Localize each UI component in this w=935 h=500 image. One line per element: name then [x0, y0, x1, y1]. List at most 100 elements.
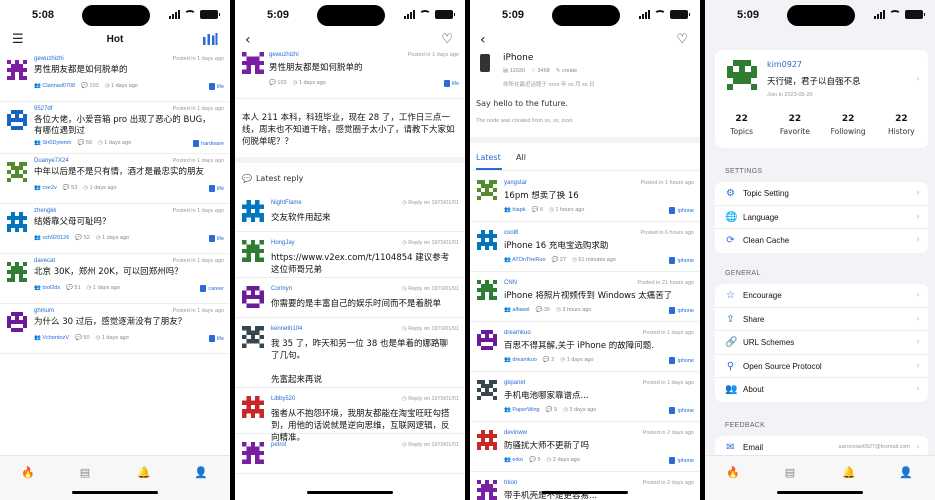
chart-bars-icon[interactable] [202, 33, 218, 49]
tab-all[interactable]: All [516, 153, 526, 162]
reply-row[interactable]: HongJay ◷ Reply on 1970/01/01 https://www.… [235, 232, 465, 278]
node-topic-row[interactable]: cool8 Posted in 6 hours ago iPhone 16 充电宝选… [470, 222, 700, 272]
stat-history[interactable]: 22 History [875, 114, 928, 144]
user-name[interactable]: trkon [504, 480, 517, 486]
reply-user[interactable]: Cormyn [271, 286, 292, 292]
user-avatar[interactable] [477, 380, 497, 400]
author-name[interactable]: 👥 VchentozV [34, 335, 69, 341]
user-avatar[interactable] [477, 430, 497, 450]
user-avatar[interactable] [477, 230, 497, 250]
user-avatar[interactable] [477, 330, 497, 350]
node-topic-row[interactable]: yangstar Posted in 1 hours ago 16pm 想卖了换 1… [470, 172, 700, 222]
author-name[interactable]: 👥 Str0Dytemh [34, 140, 71, 146]
node-tag[interactable]: iphone [669, 307, 694, 314]
back-chevron-icon[interactable]: ‹ [245, 33, 251, 47]
settings-row-share[interactable]: ⇪ Share › [715, 308, 928, 331]
node-tag[interactable]: life [208, 235, 224, 242]
tab-hot-flame-icon[interactable]: 🔥 [21, 466, 35, 480]
settings-row-open-source-protocol[interactable]: ⚲ Open Source Protocol › [715, 355, 928, 378]
topic-row[interactable]: davecat Posted in 1 days ago 北京 30K，郑州 20K… [0, 254, 230, 304]
tab-latest[interactable]: Latest [476, 153, 501, 162]
user-name[interactable]: yangstar [504, 180, 527, 186]
settings-row-url-schemes[interactable]: 🔗 URL Schemes › [715, 331, 928, 355]
topic-row[interactable]: zhengkk Posted in 1 days ago 结婚靠父母可耻吗？ 👥 xz… [0, 204, 230, 254]
user-avatar[interactable] [477, 280, 497, 300]
reply-avatar[interactable] [242, 240, 264, 262]
user-avatar[interactable] [477, 180, 497, 200]
node-topic-row[interactable]: CNN Posted in 21 hours ago iPhone 将照片视频传到 … [470, 272, 700, 322]
author-name[interactable]: 👥 cxe2v [34, 185, 57, 191]
node-tag[interactable]: hardware [193, 140, 224, 147]
settings-row-encourage[interactable]: ☆ Encourage › [715, 284, 928, 308]
node-tag[interactable]: iphone [669, 207, 694, 214]
author-avatar[interactable] [242, 52, 264, 74]
tab-hot-flame-icon[interactable]: 🔥 [726, 466, 740, 480]
user-name[interactable]: cool8 [504, 230, 518, 236]
node-tag[interactable]: life [208, 335, 224, 342]
stat-favorite[interactable]: 22 Favorite [768, 114, 821, 144]
node-tag[interactable]: iphone [669, 357, 694, 364]
author-name[interactable]: 👥 hiapk [504, 207, 526, 213]
author-name[interactable]: 👥 alfawel [504, 307, 530, 313]
user-name[interactable]: dreamkuo [504, 330, 531, 336]
back-chevron-icon[interactable]: ‹ [480, 33, 486, 47]
node-tag[interactable]: iphone [669, 257, 694, 264]
create-button[interactable]: ✎ create [556, 68, 577, 74]
user-name[interactable]: davecat [34, 258, 55, 264]
settings-row-about[interactable]: 👥 About › [715, 378, 928, 402]
user-name[interactable]: gewuzhizhi [34, 56, 64, 62]
node-topic-row[interactable]: gkpanet Posted in 1 days ago 手机电池哪家靠谱点... 👥… [470, 372, 700, 422]
profile-card[interactable]: kim0927 天行健，君子以自强不息 Join in 2023-05-20 ›… [715, 50, 928, 148]
favorite-heart-icon[interactable]: ♡ [676, 33, 688, 47]
settings-row-language[interactable]: 🌐 Language › [715, 206, 928, 229]
node-topic-row[interactable]: devinww Posted in 2 days ago 防骚扰大师不更新了吗 👥 e… [470, 422, 700, 472]
reply-user[interactable]: kenneth104 [271, 326, 302, 332]
user-avatar[interactable] [7, 312, 27, 332]
reply-user[interactable]: HongJay [271, 240, 295, 246]
user-name[interactable]: ghmum [34, 308, 54, 314]
settings-row-topic-setting[interactable]: ⚙ Topic Setting › [715, 182, 928, 206]
favorite-heart-icon[interactable]: ♡ [441, 33, 453, 47]
reply-user[interactable]: petrol [271, 442, 286, 448]
reply-avatar[interactable] [242, 442, 264, 464]
tab-profile-icon[interactable]: 👤 [899, 466, 913, 480]
node-tag[interactable]: life [443, 80, 459, 87]
topic-row[interactable]: ghmum Posted in 1 days ago 为什么 30 过后，感觉逐渐没… [0, 304, 230, 354]
user-name[interactable]: devinww [504, 430, 527, 436]
topic-row[interactable]: Duanye7X24 Posted in 1 days ago 中年以后是不是只有情… [0, 154, 230, 204]
tab-profile-icon[interactable]: 👤 [194, 466, 208, 480]
tab-news-icon[interactable]: ▤ [78, 466, 92, 480]
user-avatar[interactable] [7, 60, 27, 80]
topic-row[interactable]: 9527df Posted in 1 days ago 各位大佬，小爱音箱 pro … [0, 102, 230, 154]
node-topic-row[interactable]: trkon Posted in 2 days ago 带手机壳是不是更容易... [470, 472, 700, 500]
tab-notification-bell-icon[interactable]: 🔔 [137, 466, 151, 480]
user-name[interactable]: gkpanet [504, 380, 525, 386]
user-name[interactable]: zhengkk [34, 208, 56, 214]
node-topic-row[interactable]: dreamkuo Posted in 1 days ago 百思不得其解,关于 iP… [470, 322, 700, 372]
user-avatar[interactable] [477, 480, 497, 500]
author-name[interactable]: 👥 ATOnTheRun [504, 257, 546, 263]
node-tag[interactable]: career [200, 285, 224, 292]
user-name[interactable]: CNN [504, 280, 517, 286]
reply-avatar[interactable] [242, 200, 264, 222]
user-avatar[interactable] [7, 262, 27, 282]
author-name[interactable]: 👥 erko [504, 457, 523, 463]
user-avatar[interactable] [7, 212, 27, 232]
author-name[interactable]: 👥 dreamkuo [504, 357, 537, 363]
user-name[interactable]: 9527df [34, 106, 52, 112]
author-name[interactable]: 👥 tool2dx [34, 285, 60, 291]
reply-row[interactable]: Cormyn ◷ Reply on 1970/01/01 你需要的是丰富自己的娱乐时… [235, 278, 465, 318]
tab-notification-bell-icon[interactable]: 🔔 [842, 466, 856, 480]
reply-user[interactable]: Libby520 [271, 396, 295, 402]
settings-row-clean-cache[interactable]: ⟳ Clean Cache › [715, 229, 928, 253]
reply-row[interactable]: petrol ◷ Reply on 1970/01/01 [235, 434, 465, 474]
topic-row[interactable]: gewuzhizhi Posted in 1 days ago 男性朋友都是如何脱单… [0, 52, 230, 102]
node-tag[interactable]: life [208, 185, 224, 192]
author-name[interactable]: gewuzhizhi [269, 52, 299, 58]
reply-avatar[interactable] [242, 286, 264, 308]
author-name[interactable]: 👥 xzh920126 [34, 235, 69, 241]
node-tag[interactable]: iphone [669, 407, 694, 414]
reply-avatar[interactable] [242, 396, 264, 418]
reply-row[interactable]: Libby520 ◷ Reply on 1970/01/01 强者从不抱怨环境，我朋… [235, 388, 465, 443]
tab-news-icon[interactable]: ▤ [783, 466, 797, 480]
